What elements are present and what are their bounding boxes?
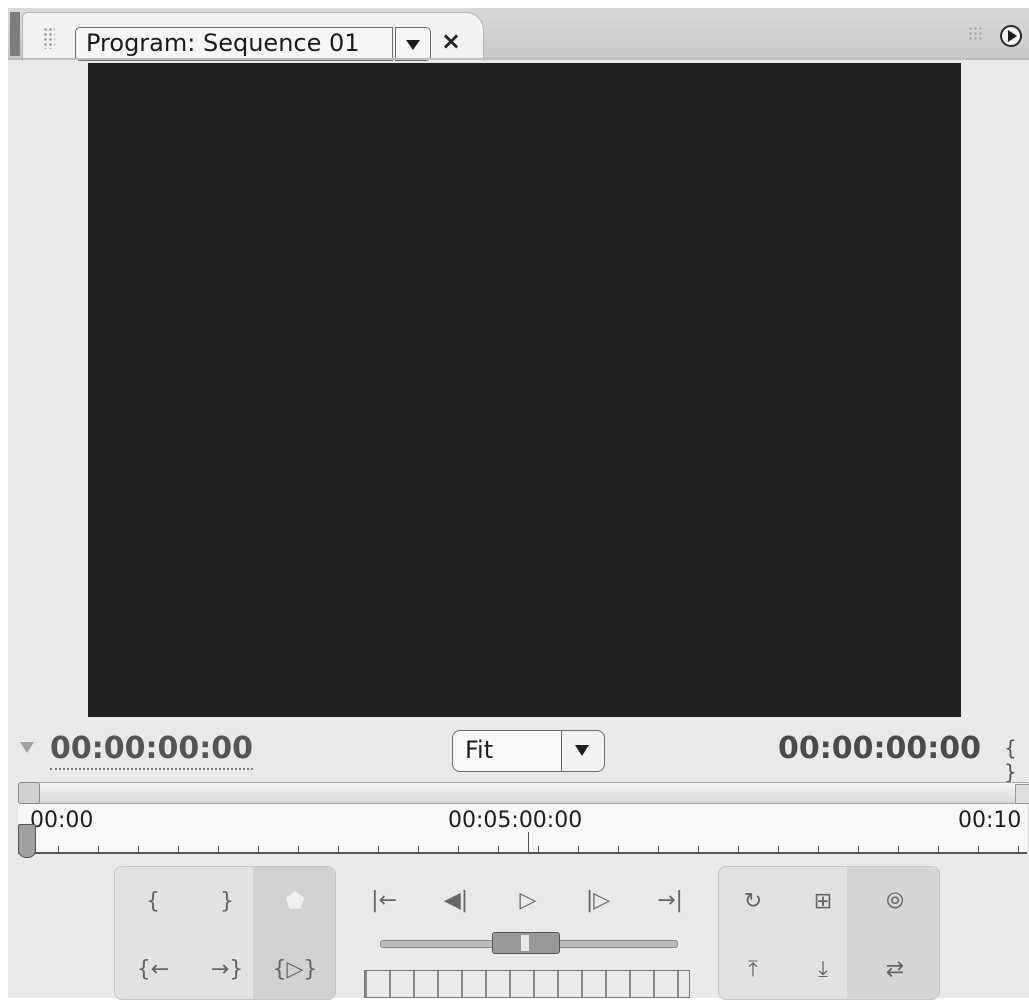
ruler-label-mid: 00:05:00:00 bbox=[448, 808, 583, 833]
zoom-value: Fit bbox=[465, 736, 494, 764]
play-in-to-out-button[interactable]: {▷} bbox=[273, 949, 318, 989]
loop-button[interactable]: ↻ bbox=[733, 881, 773, 921]
program-monitor-panel: Program: Sequence 01 × 00:00:00:00 Fit 0… bbox=[8, 8, 1029, 1000]
step-forward-button[interactable]: |▷ bbox=[578, 880, 618, 920]
zoom-dropdown-arrow-icon[interactable] bbox=[561, 730, 605, 772]
panel-grip-icon[interactable] bbox=[43, 27, 55, 49]
edit-controls-group: ↻ ⊞ ⦾ ⤒ ⤓ ⇄ bbox=[718, 866, 940, 1000]
ruler-label-end: 00:10 bbox=[958, 808, 1022, 833]
scroll-left-handle[interactable] bbox=[18, 782, 40, 804]
close-icon[interactable]: × bbox=[441, 29, 461, 53]
extract-button[interactable]: ⤓ bbox=[803, 949, 843, 989]
jog-knob[interactable] bbox=[492, 932, 560, 954]
safe-margins-button[interactable]: ⊞ bbox=[803, 881, 843, 921]
lift-button[interactable]: ⤒ bbox=[733, 949, 773, 989]
trim-button[interactable]: ⇄ bbox=[875, 949, 915, 989]
shuttle-strip[interactable] bbox=[364, 970, 690, 998]
zoom-scroll-bar[interactable] bbox=[20, 782, 1029, 804]
playhead-icon[interactable] bbox=[18, 824, 36, 858]
dropdown-arrow-icon[interactable] bbox=[395, 27, 431, 61]
ruler-label-start: 00:00 bbox=[30, 808, 94, 833]
output-button[interactable]: ⦾ bbox=[875, 881, 915, 921]
panel-tab-bar: Program: Sequence 01 × bbox=[8, 8, 1029, 61]
marker-controls-group: { } ⬟ {← →} {▷} bbox=[114, 866, 336, 1000]
step-to-start-button[interactable]: |← bbox=[364, 880, 404, 920]
go-to-in-button[interactable]: {← bbox=[133, 949, 173, 989]
video-preview[interactable] bbox=[88, 63, 961, 717]
tab-title-menu[interactable]: Program: Sequence 01 bbox=[75, 27, 393, 61]
scroll-right-handle[interactable] bbox=[1015, 784, 1029, 804]
panel-edge-grip-icon[interactable] bbox=[10, 12, 20, 56]
set-marker-button[interactable]: ⬟ bbox=[275, 881, 315, 921]
tab-title: Program: Sequence 01 bbox=[86, 29, 360, 57]
ruler-mid-tick bbox=[528, 832, 529, 852]
duration-timecode: 00:00:00:00 bbox=[778, 731, 981, 766]
program-tab[interactable]: Program: Sequence 01 × bbox=[22, 12, 484, 61]
panel-menu-grip-icon bbox=[968, 26, 982, 42]
mark-in-button[interactable]: { bbox=[133, 881, 173, 921]
mark-out-button[interactable]: } bbox=[207, 881, 247, 921]
timecode-arrow-icon[interactable] bbox=[20, 742, 34, 753]
play-button[interactable]: ▷ bbox=[508, 880, 548, 920]
timecode-row: 00:00:00:00 Fit 00:00:00:00 { } bbox=[8, 728, 1029, 784]
go-to-out-button[interactable]: →} bbox=[207, 949, 247, 989]
zoom-select[interactable]: Fit bbox=[452, 730, 562, 772]
panel-menu-icon[interactable] bbox=[1000, 25, 1022, 47]
in-out-bracket-icon: { } bbox=[1004, 736, 1017, 784]
ruler-ticks bbox=[18, 846, 1027, 854]
current-timecode[interactable]: 00:00:00:00 bbox=[50, 732, 253, 770]
step-back-button[interactable]: ◀| bbox=[436, 880, 476, 920]
step-to-end-button[interactable]: →| bbox=[650, 880, 690, 920]
